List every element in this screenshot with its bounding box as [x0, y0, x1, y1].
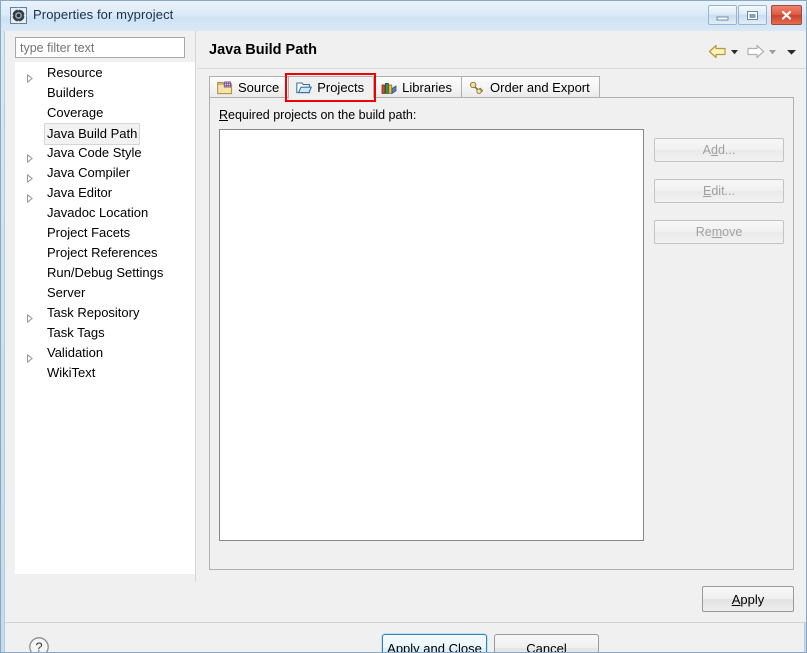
add-button: Ad d... [654, 138, 784, 162]
page-title-divider [197, 68, 806, 69]
sidebar-item-label: Server [47, 285, 86, 300]
back-arrow-icon[interactable] [708, 44, 727, 59]
sidebar-item-java-compiler[interactable]: Java Compiler [16, 163, 194, 183]
sidebar-item-coverage[interactable]: Coverage [16, 103, 194, 123]
books-icon [381, 81, 397, 95]
sidebar-item-java-editor[interactable]: Java Editor [16, 183, 194, 203]
projects-tab-panel: Required projects on the build path: Add… [209, 97, 794, 570]
sidebar-item-wikitext[interactable]: WikiText [16, 363, 194, 383]
minimize-button[interactable] [708, 5, 737, 25]
tab-label: Libraries [402, 80, 453, 95]
page-nav-controls [708, 42, 798, 60]
expand-arrow-icon[interactable] [26, 149, 34, 163]
expand-arrow-icon[interactable] [26, 349, 34, 363]
sidebar-item-label: Coverage [47, 105, 104, 120]
remove-button: Re m ove [654, 220, 784, 244]
properties-gear-icon [10, 7, 27, 24]
apply-and-close-button[interactable]: Apply and Close [382, 634, 487, 652]
page-title: Java Build Path [209, 42, 317, 58]
tab-projects[interactable]: Projects [288, 76, 374, 99]
tab-label: Order and Export [490, 80, 590, 95]
settings-sidebar: ResourceBuildersCoverageJava Build PathJ… [5, 31, 196, 582]
required-projects-list[interactable] [219, 129, 644, 541]
tab-label: Source [238, 80, 280, 95]
sidebar-item-label: Resource [47, 65, 103, 80]
sidebar-item-builders[interactable]: Builders [16, 83, 194, 103]
tab-libraries[interactable]: Libraries [373, 76, 462, 99]
edit-button: Edit... [654, 179, 784, 203]
dialog-body: ResourceBuildersCoverageJava Build PathJ… [4, 31, 806, 653]
sidebar-item-label: Javadoc Location [47, 205, 149, 220]
properties-dialog-window: Properties for myproject R [0, 0, 807, 653]
sidebar-item-java-code-style[interactable]: Java Code Style [16, 143, 194, 163]
sidebar-item-label: Java Compiler [47, 165, 131, 180]
order-export-icon [469, 81, 485, 95]
expand-arrow-icon[interactable] [26, 309, 34, 323]
back-dropdown-chevron-down-icon[interactable] [729, 46, 740, 57]
expand-arrow-icon[interactable] [26, 189, 34, 203]
build-path-tabstrip[interactable]: Source Projects Libraries Order and Export [209, 75, 600, 99]
sidebar-item-label: Java Code Style [47, 145, 142, 160]
help-icon[interactable]: ? [27, 635, 51, 653]
window-title: Properties for myproject [33, 7, 174, 22]
tab-label: Projects [317, 80, 365, 95]
tab-source[interactable]: Source [209, 76, 289, 99]
sidebar-item-task-tags[interactable]: Task Tags [16, 323, 194, 343]
maximize-button[interactable] [738, 5, 767, 25]
cancel-button[interactable]: Cancel [494, 634, 599, 652]
sidebar-item-label: Java Build Path [44, 123, 141, 145]
sidebar-item-javadoc-location[interactable]: Javadoc Location [16, 203, 194, 223]
forward-arrow-icon [746, 44, 765, 59]
forward-dropdown-chevron-down-icon [767, 46, 778, 57]
sidebar-item-java-build-path[interactable]: Java Build Path [16, 123, 194, 145]
dialog-footer: ? Apply and Close Cancel [5, 623, 804, 653]
sidebar-item-task-repository[interactable]: Task Repository [16, 303, 194, 323]
sidebar-item-validation[interactable]: Validation [16, 343, 194, 363]
view-menu-chevron-down-icon[interactable] [785, 46, 798, 57]
sidebar-item-label: Task Tags [47, 325, 105, 340]
sidebar-item-label: Project Facets [47, 225, 131, 240]
sidebar-item-project-references[interactable]: Project References [16, 243, 194, 263]
apply-button[interactable]: Apply [702, 586, 794, 612]
filter-input[interactable] [15, 37, 185, 58]
expand-arrow-icon[interactable] [26, 69, 34, 83]
required-projects-label: Required projects on the build path: [219, 108, 417, 122]
sidebar-item-label: WikiText [47, 365, 96, 380]
title-bar: Properties for myproject [1, 1, 806, 31]
settings-page-pane: Java Build Path Source Projects Librarie… [197, 31, 806, 582]
expand-arrow-icon[interactable] [26, 169, 34, 183]
settings-tree[interactable]: Resource Builders Coverage Java Build Path J… [15, 62, 195, 574]
sidebar-item-label: Builders [47, 85, 94, 100]
tab-order-and-export[interactable]: Order and Export [461, 76, 600, 99]
sidebar-item-label: Run/Debug Settings [47, 265, 164, 280]
open-folder-icon [296, 81, 313, 95]
sidebar-item-run-debug-settings[interactable]: Run/Debug Settings [16, 263, 194, 283]
sidebar-item-label: Validation [47, 345, 104, 360]
sidebar-item-label: Java Editor [47, 185, 113, 200]
apply-row: Apply [197, 582, 806, 622]
sidebar-item-label: Project References [47, 245, 158, 260]
sidebar-item-label: Task Repository [47, 305, 140, 320]
sidebar-item-server[interactable]: Server [16, 283, 194, 303]
close-button[interactable] [771, 5, 802, 25]
source-folder-icon [217, 81, 233, 95]
sidebar-item-resource[interactable]: Resource [16, 63, 194, 83]
sidebar-item-project-facets[interactable]: Project Facets [16, 223, 194, 243]
svg-text:?: ? [35, 640, 42, 653]
